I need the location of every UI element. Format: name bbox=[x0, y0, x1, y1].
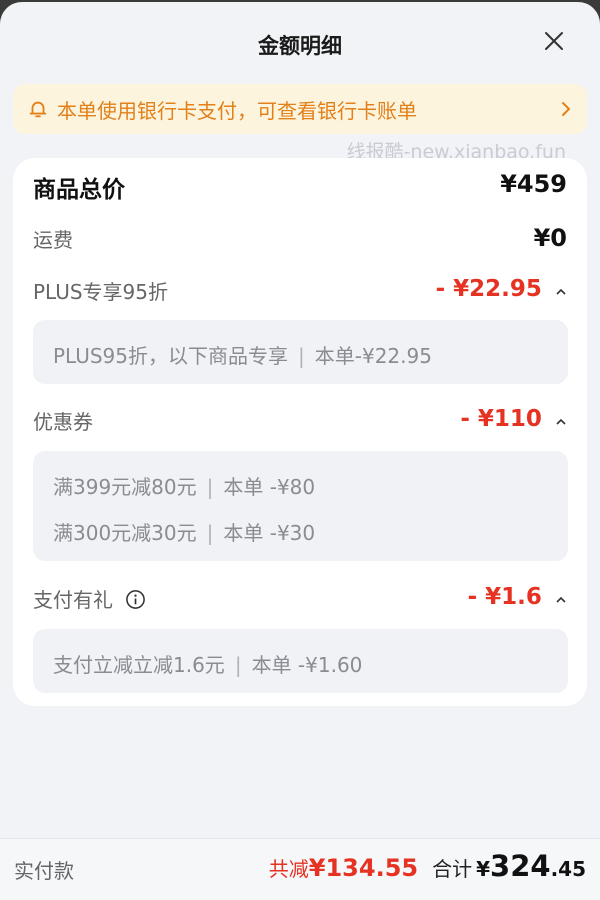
shipping-label: 运费 bbox=[33, 228, 73, 252]
detail-line: 满399元减80元 | 本单 -¥80 bbox=[53, 471, 315, 500]
discount-value-wrap: - ¥110 bbox=[460, 406, 567, 432]
sheet-header: 金额明细 bbox=[0, 2, 600, 82]
discount-detail-payment-gift: 支付立减立减1.6元 | 本单 -¥1.60 bbox=[33, 629, 568, 693]
caret-up-icon[interactable] bbox=[555, 286, 567, 298]
detail-line: 满300元减30元 | 本单 -¥30 bbox=[53, 517, 315, 546]
discount-row-coupon[interactable]: 优惠券 - ¥110 bbox=[33, 406, 567, 440]
detail-line: PLUS95折，以下商品专享 | 本单-¥22.95 bbox=[53, 340, 432, 369]
shipping-value: ¥0 bbox=[533, 224, 567, 252]
chevron-right-icon bbox=[562, 102, 570, 116]
discount-label: PLUS专享95折 bbox=[33, 280, 168, 304]
discount-detail-plus: PLUS95折，以下商品专享 | 本单-¥22.95 bbox=[33, 320, 568, 384]
detail-text: 满300元减30元 bbox=[53, 521, 197, 545]
discount-value-wrap: - ¥22.95 bbox=[436, 276, 567, 302]
detail-line: 支付立减立减1.6元 | 本单 -¥1.60 bbox=[53, 649, 362, 678]
close-icon[interactable] bbox=[542, 29, 566, 53]
goods-total-value: ¥459 bbox=[500, 170, 567, 198]
saved-label: 共减 bbox=[268, 857, 309, 881]
caret-up-icon[interactable] bbox=[555, 594, 567, 606]
notice-text: 本单使用银行卡支付，可查看银行卡账单 bbox=[57, 98, 417, 123]
payment-totals: 共减 ¥134.55 合计 ¥ 324 .45 bbox=[269, 849, 586, 883]
discount-label: 优惠券 bbox=[33, 410, 93, 434]
bell-icon bbox=[29, 101, 47, 118]
bank-card-notice[interactable]: 本单使用银行卡支付，可查看银行卡账单 bbox=[13, 84, 587, 134]
caret-up-icon[interactable] bbox=[555, 416, 567, 428]
discount-value: - ¥1.6 bbox=[467, 584, 542, 610]
discount-label-wrap: 支付有礼 bbox=[33, 584, 146, 613]
total-currency: ¥ bbox=[476, 857, 491, 881]
total-label: 合计 bbox=[432, 857, 473, 881]
discount-label: 支付有礼 bbox=[33, 588, 113, 612]
goods-total-row: 商品总价 ¥459 bbox=[33, 170, 567, 204]
discount-value: - ¥110 bbox=[460, 406, 542, 432]
detail-text: PLUS95折，以下商品专享 bbox=[53, 344, 288, 368]
actual-payment-label: 实付款 bbox=[14, 859, 74, 883]
discount-value: - ¥22.95 bbox=[435, 276, 542, 302]
goods-total-label: 商品总价 bbox=[33, 177, 125, 203]
payment-footer: 实付款 共减 ¥134.55 合计 ¥ 324 .45 bbox=[0, 838, 600, 900]
separator: | bbox=[298, 344, 305, 368]
info-icon[interactable] bbox=[125, 589, 146, 610]
total-integer: 324 bbox=[490, 849, 551, 883]
detail-order-label: 本单-¥22.95 bbox=[314, 344, 432, 368]
total-decimal: .45 bbox=[550, 857, 586, 881]
detail-order-label: 本单 -¥1.60 bbox=[251, 653, 363, 677]
discount-value-wrap: - ¥1.6 bbox=[468, 584, 567, 610]
separator: | bbox=[206, 521, 214, 545]
discount-row-payment-gift[interactable]: 支付有礼 - ¥1.6 bbox=[33, 584, 567, 618]
price-breakdown-card: 商品总价 ¥459 运费 ¥0 PLUS专享95折 - ¥22.95 PLUS9… bbox=[13, 158, 587, 706]
saved-value: ¥134.55 bbox=[308, 854, 419, 882]
separator: | bbox=[206, 475, 214, 499]
amount-detail-sheet: 金额明细 本单使用银行卡支付，可查看银行卡账单 线报酷-new.xianbao.… bbox=[0, 2, 600, 900]
detail-text: 满399元减80元 bbox=[53, 475, 197, 499]
detail-order-label: 本单 -¥80 bbox=[223, 475, 316, 499]
detail-text: 支付立减立减1.6元 bbox=[53, 653, 225, 677]
shipping-row: 运费 ¥0 bbox=[33, 224, 567, 258]
sheet-title: 金额明细 bbox=[258, 34, 342, 58]
discount-row-plus[interactable]: PLUS专享95折 - ¥22.95 bbox=[33, 276, 567, 310]
separator: | bbox=[234, 653, 242, 677]
detail-order-label: 本单 -¥30 bbox=[223, 521, 316, 545]
discount-detail-coupon: 满399元减80元 | 本单 -¥80 满300元减30元 | 本单 -¥30 bbox=[33, 451, 568, 561]
